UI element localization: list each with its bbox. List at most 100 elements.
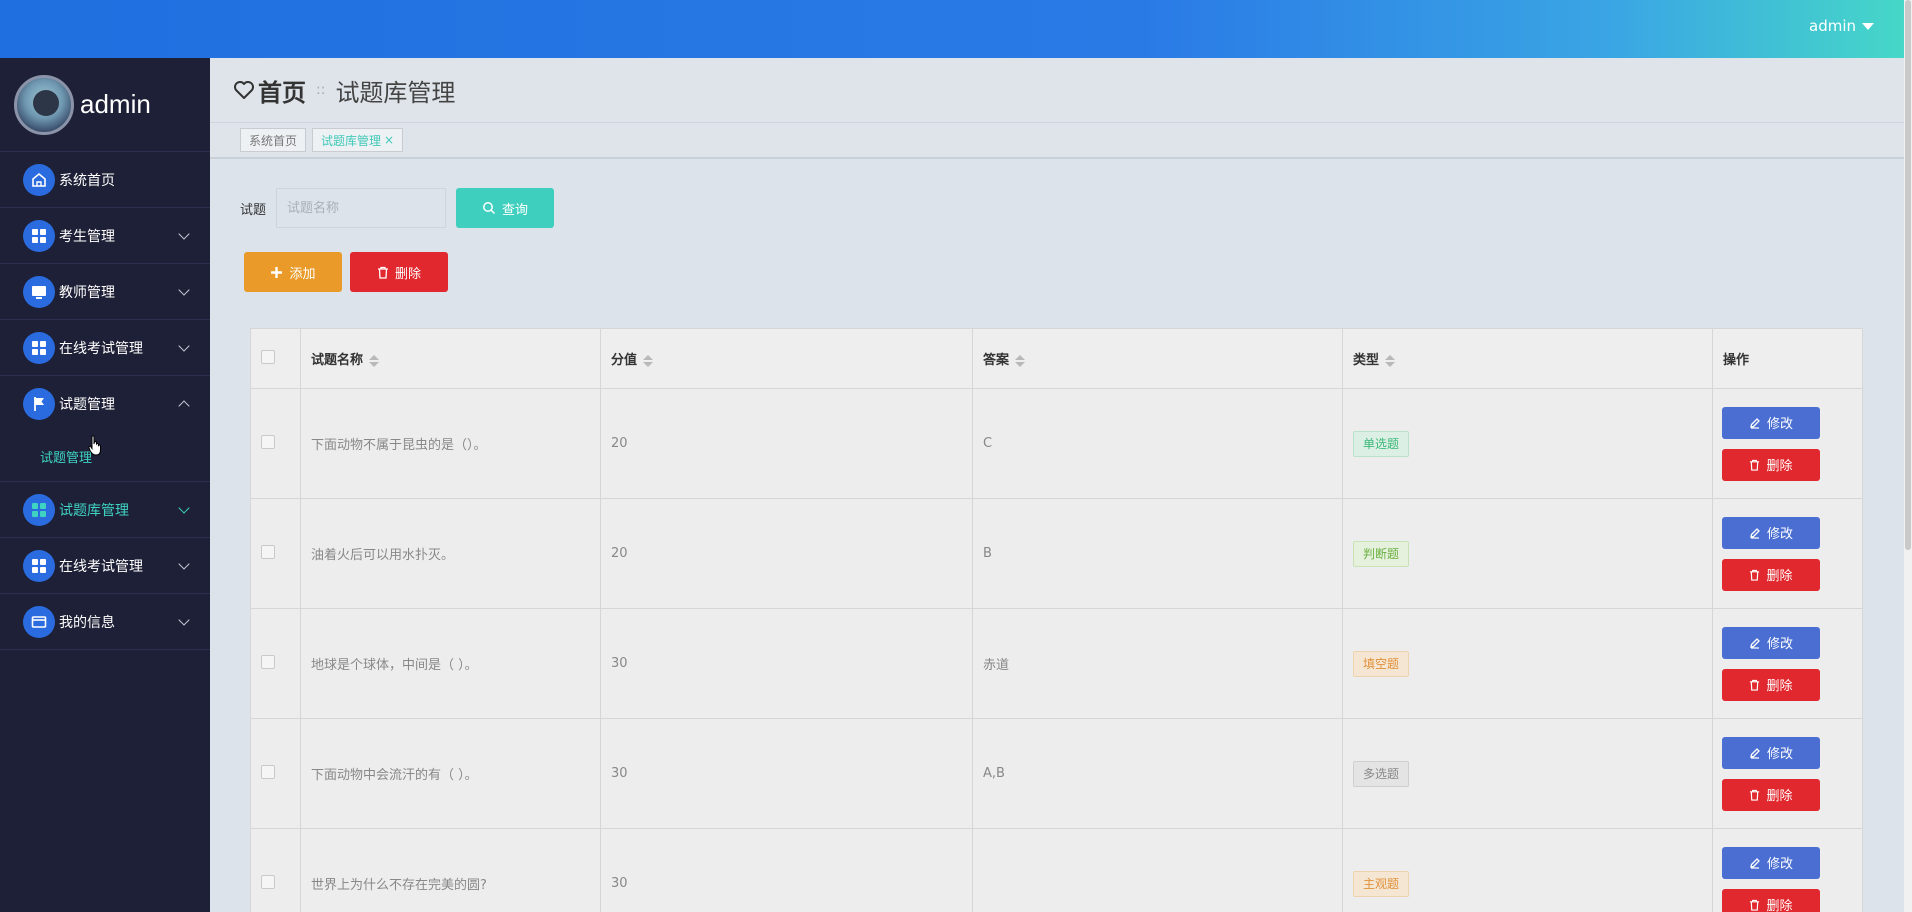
breadcrumb-separator: :: [316, 82, 326, 98]
row-checkbox[interactable] [261, 874, 275, 889]
scrollbar[interactable] [1904, 0, 1912, 912]
type-badge: 主观题 [1353, 870, 1410, 897]
edit-button[interactable]: 修改 [1722, 406, 1820, 439]
chevron-down-icon [178, 284, 190, 296]
cell-answer: A,B [972, 718, 1343, 829]
home-icon [23, 163, 55, 196]
tab-home[interactable]: 系统首页 [240, 128, 307, 152]
edit-button[interactable]: 修改 [1722, 846, 1820, 879]
edit-button[interactable]: 修改 [1722, 626, 1820, 659]
table-row: 油着火后可以用水扑灭。 20 B 判断题 修改 删除 [250, 498, 1863, 609]
sidebar-subitem-questions[interactable]: 试题管理 [0, 432, 210, 482]
row-checkbox[interactable] [261, 544, 275, 559]
row-select-cell [250, 718, 301, 829]
column-title: 操作 [1723, 353, 1750, 368]
table-row: 世界上为什么不存在完美的圆? 30 主观题 修改 删除 [250, 828, 1863, 912]
search-input[interactable] [276, 188, 447, 228]
row-delete-button[interactable]: 删除 [1722, 448, 1820, 481]
column-title: 试题名称 [311, 353, 364, 368]
tabs-bar: 系统首页 试题库管理 × [210, 123, 1904, 159]
add-button[interactable]: 添加 [244, 252, 342, 292]
add-button-label: 添加 [289, 266, 316, 282]
sidebar-item-label: 在线考试管理 [59, 340, 143, 357]
column-header-name[interactable]: 试题名称 [300, 328, 601, 389]
query-button-label: 查询 [502, 202, 529, 218]
scrollbar-thumb[interactable] [1905, 0, 1911, 550]
sort-icon[interactable] [643, 354, 654, 367]
cell-answer: B [972, 498, 1343, 609]
chevron-down-icon [178, 614, 190, 626]
row-checkbox[interactable] [261, 654, 275, 669]
monitor-icon [23, 275, 55, 308]
cell-name: 地球是个球体，中间是（ ）。 [300, 608, 601, 719]
trash-icon [377, 266, 388, 279]
sidebar-item-label: 教师管理 [59, 284, 115, 301]
sidebar-item-online-exams[interactable]: 在线考试管理 [0, 320, 210, 376]
sidebar-subitem-label: 试题管理 [40, 451, 93, 466]
edit-button[interactable]: 修改 [1722, 516, 1820, 549]
sidebar-item-label: 试题库管理 [59, 502, 129, 519]
cell-actions: 修改 删除 [1712, 718, 1863, 829]
edit-button[interactable]: 修改 [1722, 736, 1820, 769]
row-delete-label: 删除 [1766, 569, 1793, 584]
select-all-cell [250, 328, 301, 389]
delete-button[interactable]: 删除 [350, 252, 448, 292]
row-checkbox[interactable] [261, 764, 275, 779]
tab-label: 试题库管理 [321, 133, 382, 148]
cell-score: 30 [600, 828, 973, 912]
profile: admin [0, 58, 210, 152]
column-title: 答案 [983, 353, 1010, 368]
trash-icon [1750, 679, 1760, 691]
row-delete-button[interactable]: 删除 [1722, 558, 1820, 591]
column-title: 类型 [1353, 353, 1380, 368]
row-delete-button[interactable]: 删除 [1722, 668, 1820, 701]
cell-actions: 修改 删除 [1712, 388, 1863, 499]
sidebar-item-label: 试题管理 [59, 397, 115, 413]
row-delete-label: 删除 [1766, 899, 1793, 912]
column-header-answer[interactable]: 答案 [972, 328, 1343, 389]
sidebar-item-question-bank[interactable]: 试题库管理 [0, 482, 210, 538]
trash-icon [1750, 569, 1760, 581]
main-content: 首页 :: 试题库管理 系统首页 试题库管理 × 试题 查询 添加 删除 [210, 58, 1904, 912]
edit-button-label: 修改 [1766, 417, 1793, 432]
user-menu[interactable]: admin [1809, 17, 1874, 35]
row-delete-button[interactable]: 删除 [1722, 888, 1820, 912]
search-icon [483, 202, 496, 215]
cell-answer: 赤道 [972, 608, 1343, 719]
cell-score: 30 [600, 608, 973, 719]
table-row: 下面动物不属于昆虫的是（）。 20 C 单选题 修改 删除 [250, 388, 1863, 499]
grid-icon [23, 493, 55, 526]
edit-icon [1750, 747, 1760, 759]
sidebar-item-home[interactable]: 系统首页 [0, 152, 210, 208]
close-icon[interactable]: × [384, 133, 394, 147]
sort-icon[interactable] [1015, 354, 1026, 367]
tab-question-bank[interactable]: 试题库管理 × [312, 128, 404, 152]
sort-icon[interactable] [1385, 354, 1396, 367]
type-badge: 单选题 [1353, 430, 1410, 457]
cell-answer [972, 828, 1343, 912]
select-all-checkbox[interactable] [261, 349, 275, 364]
breadcrumb-home[interactable]: 首页 [258, 73, 306, 108]
cell-name: 下面动物不属于昆虫的是（）。 [300, 388, 601, 499]
sidebar-item-questions[interactable]: 试题管理 [0, 376, 210, 432]
cell-name: 油着火后可以用水扑灭。 [300, 498, 601, 609]
caret-down-icon [1862, 22, 1874, 30]
heart-icon [234, 81, 254, 99]
page-title: 试题库管理 [335, 78, 456, 107]
sort-icon[interactable] [369, 354, 380, 367]
sidebar-item-examinees[interactable]: 考生管理 [0, 208, 210, 264]
sidebar-item-my-info[interactable]: 我的信息 [0, 594, 210, 650]
edit-icon [1750, 527, 1760, 539]
profile-name: admin [80, 89, 151, 119]
edit-icon [1750, 857, 1760, 869]
row-delete-label: 删除 [1766, 459, 1793, 474]
search-label: 试题 [240, 202, 267, 218]
row-delete-button[interactable]: 删除 [1722, 778, 1820, 811]
query-button[interactable]: 查询 [456, 188, 555, 228]
column-header-score[interactable]: 分值 [600, 328, 973, 389]
sidebar-item-online-exams-2[interactable]: 在线考试管理 [0, 538, 210, 594]
sidebar-item-teachers[interactable]: 教师管理 [0, 264, 210, 320]
row-checkbox[interactable] [261, 434, 275, 449]
chevron-down-icon [178, 502, 190, 514]
column-header-type[interactable]: 类型 [1342, 328, 1713, 389]
